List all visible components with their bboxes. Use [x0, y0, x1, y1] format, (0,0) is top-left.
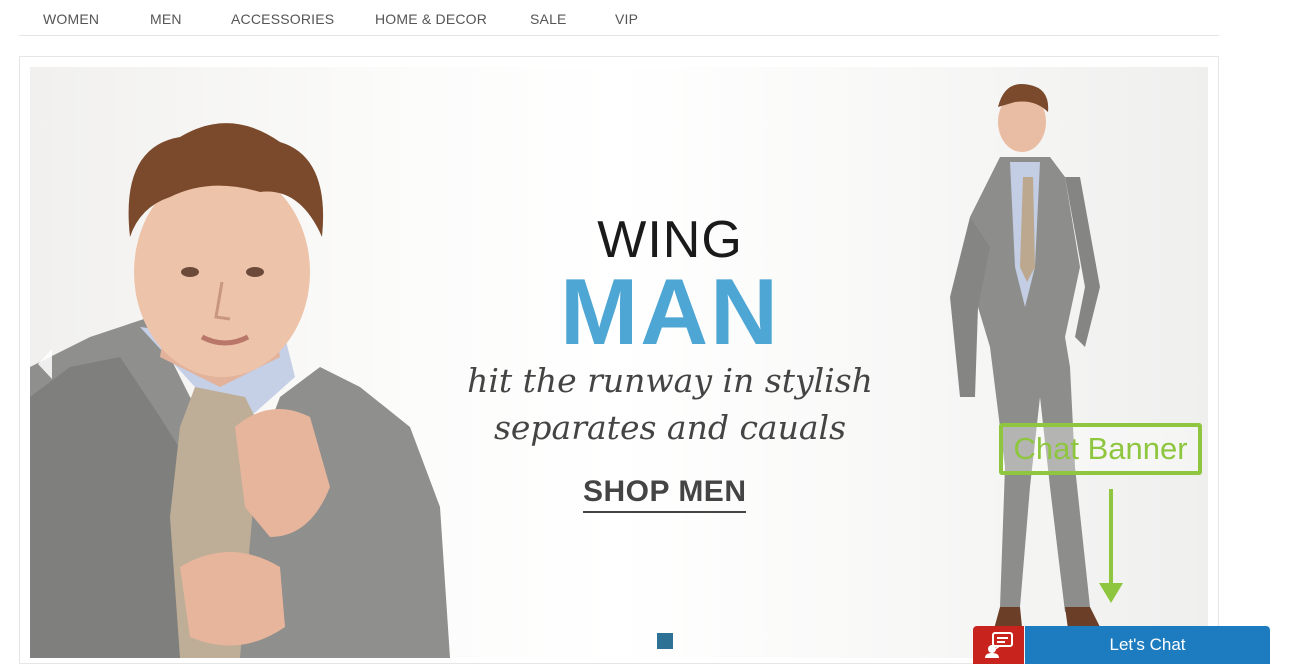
hero-tagline-line2: separates and cauals [493, 408, 847, 447]
hero-tagline: hit the runway in stylish separates and … [440, 357, 900, 451]
nav-item-sale[interactable]: SALE [530, 11, 567, 27]
nav-item-women[interactable]: WOMEN [43, 11, 99, 27]
hero-tagline-line1: hit the runway in stylish [467, 361, 873, 400]
annotation-arrow-line [1109, 489, 1113, 589]
lets-chat-button[interactable]: Let's Chat [1025, 626, 1270, 664]
annotation-arrow-down-icon [1099, 583, 1123, 603]
nav-item-accessories[interactable]: ACCESSORIES [231, 11, 334, 27]
nav-item-vip[interactable]: VIP [615, 11, 638, 27]
shop-men-button[interactable]: SHOP MEN [583, 475, 747, 513]
model-photo-left [30, 123, 450, 658]
chat-bubbles-icon [984, 632, 1013, 658]
nav-item-home-decor[interactable]: HOME & DECOR [375, 11, 487, 27]
chat-widget[interactable]: Let's Chat [973, 626, 1270, 664]
chat-banner-annotation: Chat Banner [999, 423, 1202, 475]
hero-headline-man: MAN [559, 259, 781, 364]
chat-icon-box[interactable] [973, 626, 1024, 664]
nav-item-men[interactable]: MEN [150, 11, 182, 27]
model-photo-right [950, 83, 1100, 629]
top-navigation: WOMEN MEN ACCESSORIES HOME & DECOR SALE … [19, 0, 1219, 36]
slide-indicator-dot[interactable] [657, 633, 673, 649]
previous-slide-arrow-icon[interactable] [38, 349, 52, 379]
